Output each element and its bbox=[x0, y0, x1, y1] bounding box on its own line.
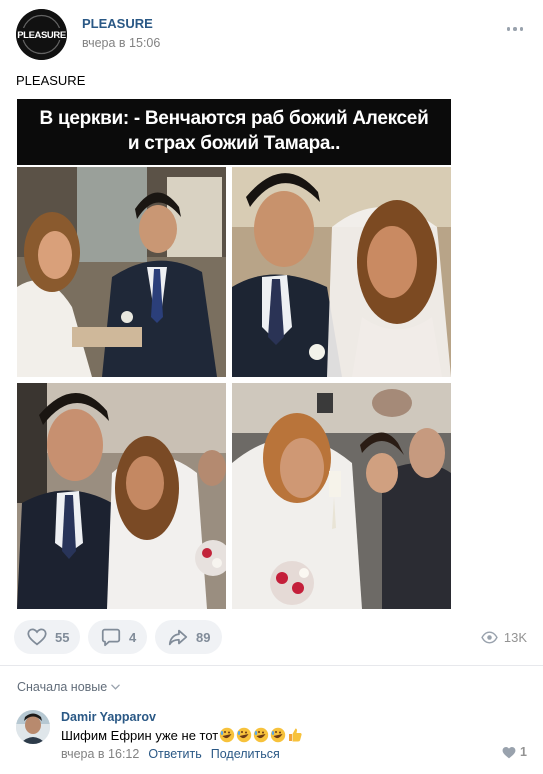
comment-item: Damir Yapparov Шифим Ефрин уже не тот вч… bbox=[16, 707, 531, 767]
comment-text: Шифим Ефрин уже не тот bbox=[61, 727, 219, 743]
reply-link[interactable]: Ответить bbox=[148, 747, 201, 761]
heart-icon bbox=[502, 746, 516, 758]
community-avatar[interactable]: PLEASURE bbox=[16, 9, 67, 60]
share-count: 89 bbox=[196, 629, 211, 645]
share-icon bbox=[168, 629, 188, 646]
image-caption-line-1: В церкви: - Венчаются раб божий Алексей bbox=[39, 108, 429, 129]
post-image[interactable]: В церкви: - Венчаются раб божий Алексей … bbox=[17, 99, 451, 609]
rolling-laughing-emoji-icon bbox=[220, 727, 235, 743]
post-author[interactable]: PLEASURE bbox=[82, 16, 153, 31]
thumbs-up-emoji-icon bbox=[289, 728, 302, 742]
more-options-icon[interactable] bbox=[505, 23, 525, 35]
views-counter: 13K bbox=[481, 620, 527, 654]
heart-icon bbox=[27, 628, 47, 646]
post-actions: 55 4 89 13K bbox=[14, 620, 529, 654]
commenter-avatar[interactable] bbox=[16, 710, 50, 744]
comment-button[interactable]: 4 bbox=[88, 620, 147, 654]
photo-top-left bbox=[17, 167, 226, 377]
comment-time[interactable]: вчера в 16:12 bbox=[61, 747, 139, 761]
svg-text:PLEASURE: PLEASURE bbox=[17, 30, 66, 41]
divider bbox=[0, 665, 543, 666]
community-logo: PLEASURE bbox=[16, 9, 67, 60]
comment-meta: вчера в 16:12 Ответить Поделиться bbox=[61, 747, 280, 761]
rolling-laughing-emoji-icon bbox=[237, 727, 252, 743]
rolling-laughing-emoji-icon bbox=[271, 727, 286, 743]
share-button[interactable]: 89 bbox=[155, 620, 222, 654]
chevron-down-icon bbox=[111, 684, 121, 690]
rolling-laughing-emoji-icon bbox=[254, 727, 269, 743]
comment-like-count: 1 bbox=[520, 745, 527, 759]
comment-like-button[interactable]: 1 bbox=[502, 745, 527, 759]
like-count: 55 bbox=[55, 629, 70, 645]
commenter-name[interactable]: Damir Yapparov bbox=[61, 710, 156, 724]
eye-icon bbox=[481, 630, 498, 644]
image-caption-line-2: и страх божий Тамара.. bbox=[127, 133, 341, 154]
views-count: 13K bbox=[503, 629, 527, 645]
comment-count: 4 bbox=[129, 629, 137, 645]
post-text: PLEASURE bbox=[16, 73, 86, 88]
photo-top-right bbox=[232, 167, 451, 377]
comment-icon bbox=[101, 628, 121, 647]
comments-sort-label: Сначала новые bbox=[17, 680, 108, 694]
comments-sort-toggle[interactable]: Сначала новые bbox=[17, 680, 121, 694]
photo-bottom-right bbox=[232, 383, 451, 609]
share-link[interactable]: Поделиться bbox=[211, 747, 280, 761]
image-caption: В церкви: - Венчаются раб божий Алексей … bbox=[17, 99, 451, 165]
like-button[interactable]: 55 bbox=[14, 620, 80, 654]
post-time[interactable]: вчера в 15:06 bbox=[82, 36, 160, 50]
post-header: PLEASURE PLEASURE вчера в 15:06 bbox=[16, 9, 531, 61]
comment-text-row: Шифим Ефрин уже не тот bbox=[61, 727, 303, 743]
photo-bottom-left bbox=[17, 383, 226, 609]
